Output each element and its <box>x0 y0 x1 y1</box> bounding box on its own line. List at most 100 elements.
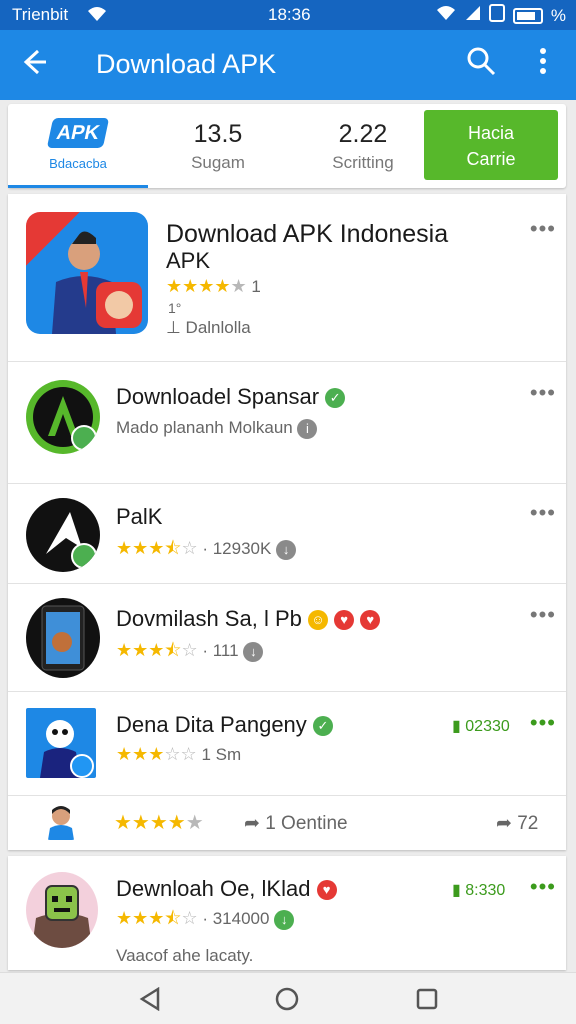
app-rating: ★★★⯪☆ · 12930K ↓ <box>116 536 297 566</box>
list-item[interactable]: Download APK Indonesia APK ★★★★★ 1 1° ⊥ … <box>8 194 566 362</box>
download-icon: ▮ <box>452 882 461 899</box>
app-icon <box>26 498 100 572</box>
more-options-icon[interactable]: ••• <box>530 500 556 526</box>
app-name: Dovmilash Sa, l Pb ☺ ♥ ♥ <box>116 606 381 632</box>
share-count-value: 72 <box>517 813 539 834</box>
wifi-icon <box>435 4 457 27</box>
app-description: Vaacof ahe lacaty. <box>116 946 254 965</box>
app-icon <box>26 380 100 454</box>
rating-value: · 314000 <box>202 909 270 928</box>
developer-icon: ⊥ <box>166 318 181 337</box>
rating-stars: ★★★★★ <box>114 812 204 834</box>
app-icon <box>26 708 96 778</box>
action-button-line2: Carrie <box>466 149 516 169</box>
more-vert-icon[interactable] <box>538 47 548 80</box>
share-icon: ➦ <box>244 813 260 834</box>
app-name-line2: APK <box>166 248 211 273</box>
rating-stars: ★★★⯪☆ <box>116 538 198 558</box>
action-button[interactable]: Hacia Carrie <box>424 110 558 180</box>
more-options-icon[interactable]: ••• <box>530 710 556 736</box>
download-icon: ↓ <box>276 539 297 560</box>
tab-scritting-value: 2.22 <box>338 120 388 148</box>
app-list: Download APK Indonesia APK ★★★★★ 1 1° ⊥ … <box>8 194 566 850</box>
download-count-value: 8:330 <box>465 882 506 899</box>
tab-sugam-label: Sugam <box>191 153 245 172</box>
app-name: Download APK Indonesia <box>166 220 449 248</box>
rating-value: 1 <box>251 277 261 296</box>
search-icon[interactable] <box>466 46 496 76</box>
app-icon <box>26 212 148 334</box>
verified-icon: ✓ <box>325 388 346 409</box>
app-name: Dewnloah Oe, lKlad ♥ <box>116 876 337 902</box>
emoji-icon: ☺ <box>307 610 328 631</box>
share-text-value: 1 Oentine <box>265 813 348 834</box>
battery-icon <box>512 7 543 24</box>
navigation-bar <box>0 972 576 1024</box>
signal-icon <box>465 5 481 26</box>
tab-scritting-label: Scritting <box>332 153 394 172</box>
app-name-text: Dewnloah Oe, lKlad <box>116 876 311 901</box>
rating-stars: ★★★⯪☆ <box>116 908 198 928</box>
app-bar: Download APK <box>0 30 576 100</box>
tab-apk-label: Bdacacba <box>49 156 107 171</box>
app-rating: ★★★☆☆ 1 Sm <box>116 744 241 765</box>
share-row: ★★★★★ ➦ 1 Oentine ➦ 72 <box>8 796 566 850</box>
clock-time: 18:36 <box>268 5 311 24</box>
share-rating: ★★★★★ <box>114 810 204 835</box>
rating-stars: ★★★⯪☆ <box>116 640 198 660</box>
list-item[interactable]: Dena Dita Pangeny ✓ ★★★☆☆ 1 Sm ▮ 02330 •… <box>8 692 566 796</box>
app-name-text: Dena Dita Pangeny <box>116 712 307 737</box>
rating-stars: ★★★★★ <box>166 276 247 296</box>
apk-logo: APK <box>46 118 110 148</box>
app-icon <box>26 872 98 948</box>
list-item[interactable]: Dewnloah Oe, lKlad ♥ ★★★⯪☆ · 314000 ↓ ▮ … <box>8 856 566 970</box>
nav-home-icon[interactable] <box>275 987 299 1016</box>
info-icon: i <box>297 418 318 439</box>
list-item[interactable]: Downloadel Spansar ✓ Mado plananh Molkau… <box>8 362 566 484</box>
app-subtitle: Mado plananh Molkaun i <box>116 418 318 439</box>
tab-sugam[interactable]: 13.5 Sugam <box>158 104 278 188</box>
rating-stars: ★★★☆☆ <box>116 744 197 764</box>
nav-back-icon[interactable] <box>138 986 162 1016</box>
list-item[interactable]: Dovmilash Sa, l Pb ☺ ♥ ♥ ★★★⯪☆ · 111 ↓ •… <box>8 584 566 692</box>
more-options-icon[interactable]: ••• <box>530 602 556 628</box>
list-item[interactable]: PalK ★★★⯪☆ · 12930K ↓ ••• <box>8 484 566 584</box>
download-count: ▮ 8:330 <box>452 880 505 900</box>
stats-tabs: APK Bdacacba 13.5 Sugam 2.22 Scritting H… <box>8 104 566 188</box>
more-options-icon[interactable]: ••• <box>530 380 556 406</box>
sim-icon <box>488 4 505 27</box>
app-subtitle-text: Mado plananh Molkaun <box>116 418 293 437</box>
tab-apk[interactable]: APK Bdacacba <box>8 104 148 188</box>
heart-icon: ♥ <box>316 880 337 901</box>
heart-icon: ♥ <box>360 610 381 631</box>
app-rating: ★★★★★ 1 <box>166 276 261 297</box>
app-name: PalK <box>116 504 163 529</box>
more-options-icon[interactable]: ••• <box>530 216 556 242</box>
download-icon: ↓ <box>243 641 264 662</box>
app-name-text: Dovmilash Sa, l Pb <box>116 606 302 631</box>
share-text[interactable]: ➦ 1 Oentine <box>244 812 348 835</box>
download-count-value: 02330 <box>465 718 510 735</box>
developer-name: Dalnlolla <box>185 318 251 337</box>
back-arrow-icon[interactable] <box>18 46 50 83</box>
tab-sugam-value: 13.5 <box>193 120 243 148</box>
app-icon <box>26 598 100 678</box>
carrier-label: Trienbit <box>12 5 69 24</box>
avatar <box>46 804 76 840</box>
rating-value: · 12930K <box>202 539 272 558</box>
heart-icon: ♥ <box>334 610 355 631</box>
share-arrow-icon: ➦ <box>496 813 512 834</box>
wifi-icon <box>86 5 108 28</box>
app-name-text: Downloadel Spansar <box>116 384 320 409</box>
tab-scritting[interactable]: 2.22 Scritting <box>308 104 418 188</box>
action-button-line1: Hacia <box>467 123 515 143</box>
rating-value: · 111 <box>202 641 239 660</box>
download-icon: ↓ <box>274 909 295 930</box>
page-title: Download APK <box>96 49 277 79</box>
tab-indicator <box>8 185 148 188</box>
share-count[interactable]: ➦ 72 <box>496 812 538 835</box>
more-options-icon[interactable]: ••• <box>530 874 556 900</box>
nav-recents-icon[interactable] <box>416 988 438 1015</box>
app-rating: ★★★⯪☆ · 111 ↓ <box>116 638 264 668</box>
download-count: ▮ 02330 <box>452 716 510 736</box>
